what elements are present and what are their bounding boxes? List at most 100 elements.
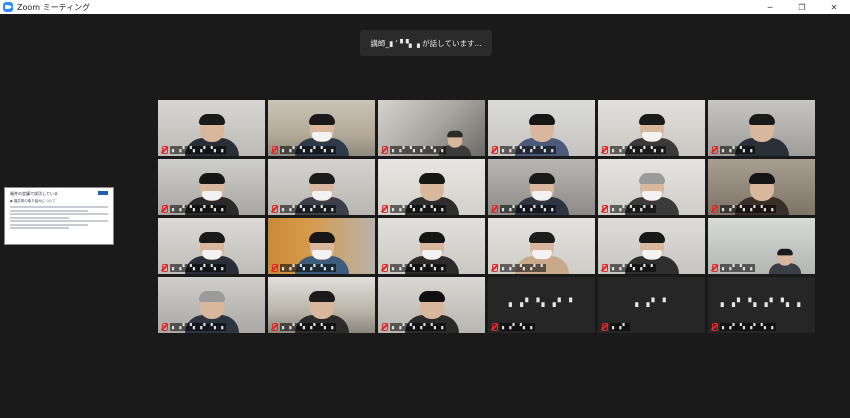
mic-muted-icon bbox=[270, 322, 278, 331]
participant-name: ▖▗▘▝▖▗ bbox=[720, 145, 756, 154]
participant-name: ▖▗▘▝▖▗▘▝▖▗ bbox=[390, 263, 447, 272]
participant-tile[interactable]: ▖▗▘▝▖▗▘▝▖▗ bbox=[268, 159, 375, 215]
participant-name: ▖▗▘▝▖▗▘▝▖▗ bbox=[280, 145, 337, 154]
participant-hair bbox=[528, 114, 555, 125]
participant-hair bbox=[308, 114, 335, 125]
participant-name-bar: ▖▗▘▝▖▗▘▝▖▗ bbox=[380, 322, 447, 331]
window-title: Zoom ミーティング bbox=[17, 2, 91, 12]
mic-muted-icon bbox=[490, 204, 498, 213]
participant-tile[interactable]: ▖▗▘▝▖▗▘▝▖▗ bbox=[378, 159, 485, 215]
participant-tile[interactable]: ▖▗▘▝▖▗▘▝ bbox=[598, 218, 705, 274]
participant-tile[interactable]: ▖▗▘▝▖▗▘▝▖▗ bbox=[488, 100, 595, 156]
share-text-line bbox=[10, 227, 69, 229]
mic-muted-icon bbox=[160, 322, 168, 331]
participant-hair bbox=[638, 173, 665, 184]
participant-name-bar: ▖▗▘▝▖▗▘▝▖▗ bbox=[490, 204, 557, 213]
participant-tile[interactable]: ▖▗▘▝▖▗▘▝▖▗ bbox=[598, 100, 705, 156]
mic-muted-icon bbox=[380, 145, 388, 154]
face-mask bbox=[201, 250, 222, 259]
participant-center-name: ▖▗▘▝▖▗▘▝▖▗ bbox=[720, 298, 803, 307]
participant-gallery: ▖▗▘▝▖▗▘▝▖▗ ▖▗▘▝▖▗▘▝▖▗ ▖▗▘▝▖▗▘▝▖▗ ▖▗▘▝▖▗▘▝▖▗… bbox=[158, 100, 816, 335]
participant-tile[interactable]: ▖▗▘▝▖▗▘▝▖▗ bbox=[378, 100, 485, 156]
mic-muted-icon bbox=[380, 322, 388, 331]
participant-tile[interactable]: ▖▗▘▝▖▗▘▝ bbox=[488, 218, 595, 274]
screen-share-thumbnail[interactable]: 福井の会議で成功している ◆ 福井県の取り組みについて bbox=[4, 187, 114, 245]
participant-name-bar: ▖▗▘▝▖▗▘▝▖▗ bbox=[270, 322, 337, 331]
restore-button[interactable]: ❐ bbox=[786, 0, 818, 14]
minimize-button[interactable]: ─ bbox=[754, 0, 786, 14]
mic-muted-icon bbox=[600, 204, 608, 213]
participant-tile[interactable]: ▖▗▘▝▖▗▘▝▖▗ bbox=[488, 159, 595, 215]
participant-name-bar: ▖▗▘▝▖▗▘▝▖▗ bbox=[160, 204, 227, 213]
participant-hair bbox=[447, 130, 463, 138]
participant-hair bbox=[198, 291, 225, 302]
participant-name-bar: ▖▗▘▝▖▗▘▝▖▗ bbox=[380, 204, 447, 213]
participant-hair bbox=[308, 173, 335, 184]
participant-name-bar: ▖▗▘▝▖▗ bbox=[490, 322, 536, 331]
mic-muted-icon bbox=[160, 263, 168, 272]
face-mask bbox=[421, 250, 442, 259]
participant-tile[interactable]: ▖▗▘▝▖▗▘▝▖▗ ▖▗▘▝▖▗▘▝▖▗ bbox=[708, 277, 815, 333]
participant-name: ▖▗▘▝▖▗▘▝ bbox=[500, 263, 546, 272]
mic-muted-icon bbox=[490, 322, 498, 331]
face-mask bbox=[641, 250, 662, 259]
participant-name: ▖▗▘▝▖▗▘▝▖▗ bbox=[170, 145, 227, 154]
participant-name-bar: ▖▗▘▝▖▗ bbox=[710, 263, 756, 272]
participant-tile[interactable]: ▖▗▘▝▖▗▘▝▖▗ bbox=[268, 277, 375, 333]
participant-name-bar: ▖▗▘▝▖▗▘▝ bbox=[600, 204, 656, 213]
face-mask bbox=[531, 191, 552, 200]
mic-muted-icon bbox=[490, 145, 498, 154]
participant-hair bbox=[198, 232, 225, 243]
mic-muted-icon bbox=[600, 145, 608, 154]
participant-hair bbox=[528, 173, 555, 184]
participant-tile[interactable]: ▖▗▘▝ ▖▗▘ bbox=[598, 277, 705, 333]
participant-tile[interactable]: ▖▗▘▝▖▗▘▝▖▗ bbox=[378, 277, 485, 333]
participant-name-bar: ▖▗▘▝▖▗▘▝▖▗ bbox=[160, 263, 227, 272]
participant-center-name: ▖▗▘▝ bbox=[635, 298, 668, 307]
mic-muted-icon bbox=[270, 204, 278, 213]
participant-name: ▖▗▘▝▖▗▘▝▖▗ bbox=[500, 204, 557, 213]
face-mask bbox=[311, 191, 332, 200]
participant-tile[interactable]: ▖▗▘▝▖▗▘▝▖▗ bbox=[158, 100, 265, 156]
participant-hair bbox=[528, 232, 555, 243]
mic-muted-icon bbox=[710, 145, 718, 154]
participant-name-bar: ▖▗▘▝▖▗▘▝ bbox=[490, 263, 546, 272]
participant-tile[interactable]: ▖▗▘▝▖▗▘▝▖▗ bbox=[268, 100, 375, 156]
window-titlebar: Zoom ミーティング ─ ❐ ✕ bbox=[0, 0, 850, 14]
participant-tile[interactable]: ▖▗▘▝▖▗▘▝▖▗ bbox=[378, 218, 485, 274]
participant-tile[interactable]: ▖▗▘▝▖▗▘▝ bbox=[598, 159, 705, 215]
participant-hair bbox=[777, 248, 793, 256]
share-logo-icon bbox=[98, 191, 108, 195]
participant-hair bbox=[198, 173, 225, 184]
participant-tile[interactable]: ▖▗▘▝▖▗▘▝ ▖▗▘▝▖▗ bbox=[488, 277, 595, 333]
participant-name-bar: ▖▗▘▝▖▗▘▝▖▗ bbox=[710, 204, 777, 213]
participant-name: ▖▗▘▝▖▗▘▝▖▗ bbox=[720, 204, 777, 213]
mic-muted-icon bbox=[490, 263, 498, 272]
participant-name: ▖▗▘▝▖▗▘▝▖▗ bbox=[720, 322, 777, 331]
participant-tile[interactable]: ▖▗▘▝▖▗▘▝▖▗ bbox=[158, 277, 265, 333]
participant-name: ▖▗▘▝▖▗▘▝▖▗ bbox=[170, 322, 227, 331]
participant-tile[interactable]: ▖▗▘▝▖▗▘▝▖▗ bbox=[268, 218, 375, 274]
participant-tile[interactable]: ▖▗▘▝▖▗ bbox=[708, 100, 815, 156]
participant-hair bbox=[638, 114, 665, 125]
face-mask bbox=[641, 132, 662, 141]
participant-name: ▖▗▘▝▖▗▘▝▖▗ bbox=[280, 204, 337, 213]
participant-tile[interactable]: ▖▗▘▝▖▗ bbox=[708, 218, 815, 274]
close-button[interactable]: ✕ bbox=[818, 0, 850, 14]
mic-muted-icon bbox=[710, 204, 718, 213]
face-mask bbox=[531, 250, 552, 259]
participant-tile[interactable]: ▖▗▘▝▖▗▘▝▖▗ bbox=[708, 159, 815, 215]
participant-name-bar: ▖▗▘▝▖▗▘▝▖▗ bbox=[710, 322, 777, 331]
participant-hair bbox=[418, 232, 445, 243]
mic-muted-icon bbox=[160, 145, 168, 154]
participant-tile[interactable]: ▖▗▘▝▖▗▘▝▖▗ bbox=[158, 159, 265, 215]
participant-tile[interactable]: ▖▗▘▝▖▗▘▝▖▗ bbox=[158, 218, 265, 274]
participant-name-bar: ▖▗▘▝▖▗▘▝▖▗ bbox=[380, 145, 447, 154]
participant-hair bbox=[198, 114, 225, 125]
participant-name: ▖▗▘▝▖▗▘▝▖▗ bbox=[170, 263, 227, 272]
participant-name: ▖▗▘▝▖▗▘▝▖▗ bbox=[500, 145, 557, 154]
participant-hair bbox=[418, 291, 445, 302]
share-text-line bbox=[10, 216, 69, 219]
share-subtitle: ◆ 福井県の取り組みについて bbox=[10, 199, 56, 203]
participant-name-bar: ▖▗▘▝▖▗▘▝▖▗ bbox=[160, 145, 227, 154]
